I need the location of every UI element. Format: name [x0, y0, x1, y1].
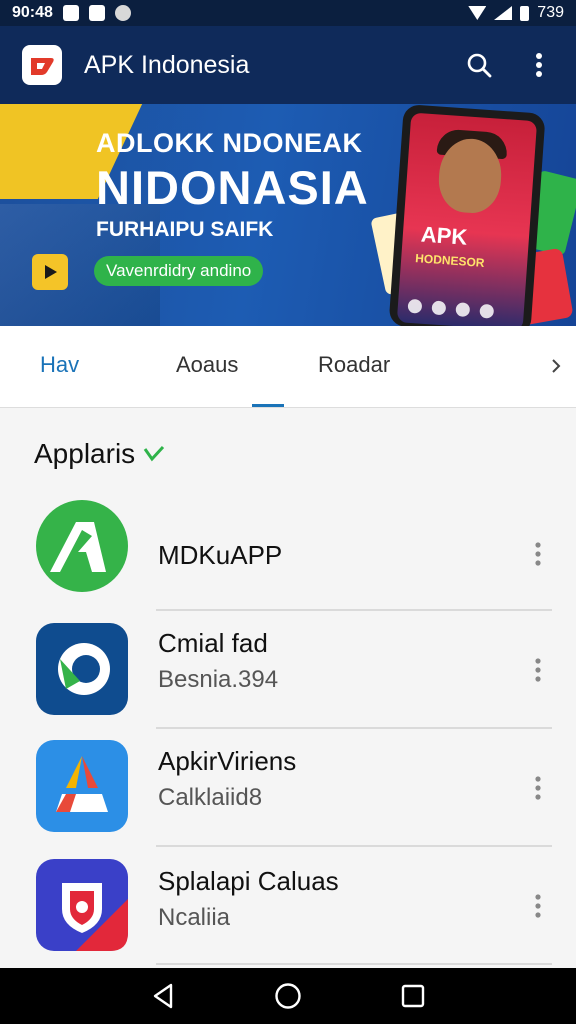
battery-icon [520, 5, 530, 21]
status-bar: 90:48 739 [0, 0, 576, 26]
section-header: Applaris [34, 438, 165, 470]
blue-swirl-icon [36, 623, 128, 715]
more-vert-icon [535, 658, 541, 682]
list-item[interactable]: Splalapi Caluas Ncaliia [0, 850, 576, 968]
more-vert-icon [536, 53, 542, 77]
overflow-menu-button[interactable] [524, 50, 554, 80]
section-title: Applaris [34, 438, 136, 469]
app-name: Splalapi Caluas [158, 866, 339, 896]
back-button[interactable] [143, 976, 183, 1016]
app-more-button[interactable] [526, 650, 550, 690]
check-icon [143, 445, 165, 462]
app-subtitle: Calklaiid8 [158, 784, 263, 811]
search-icon [467, 53, 492, 78]
recents-icon [402, 984, 425, 1008]
tab-bar: Hav Aoaus Roadar [0, 326, 576, 408]
tabs-scroll-button[interactable] [546, 356, 566, 376]
back-icon [153, 983, 172, 1009]
status-clock: 739 [537, 4, 564, 21]
list-item[interactable]: MDKuAPP [0, 496, 576, 614]
green-arrow-icon [36, 500, 128, 592]
play-icon [45, 265, 57, 279]
promo-banner[interactable]: ADLOKK NDONEAK NIDONASIA FURHAIPU SAIFK … [0, 104, 576, 326]
divider [156, 963, 552, 965]
divider [156, 727, 552, 729]
app-name: Cmial fad [158, 628, 268, 658]
phone-screen-subtitle: HODNESOR [414, 251, 485, 270]
app-bar: APK Indonesia [0, 26, 576, 104]
phone-screen-title: APK [420, 221, 469, 250]
phone-dock [407, 298, 495, 319]
shield-icon [36, 859, 128, 951]
app-logo-icon [22, 45, 62, 85]
recents-button[interactable] [393, 976, 433, 1016]
search-button[interactable] [464, 50, 494, 80]
app-notification-icon [114, 5, 131, 21]
message-notification-icon [88, 5, 105, 21]
chevron-right-icon [552, 359, 561, 373]
notification-icon [62, 5, 79, 21]
app-name: MDKuAPP [158, 540, 283, 570]
tab-aoaus[interactable]: Aoaus [176, 352, 238, 378]
multicolor-a-icon [36, 740, 128, 832]
home-icon [275, 983, 301, 1009]
app-more-button[interactable] [526, 534, 550, 574]
more-vert-icon [535, 776, 541, 800]
app-subtitle: Ncaliia [158, 904, 231, 931]
more-vert-icon [535, 542, 541, 566]
tab-indicator [252, 404, 284, 407]
app-title: APK Indonesia [84, 50, 250, 79]
app-more-button[interactable] [526, 886, 550, 926]
app-subtitle: Besnia.394 [158, 666, 279, 693]
banner-headline: NIDONASIA [96, 161, 369, 214]
list-item[interactable]: ApkirViriens Calklaiid8 [0, 732, 576, 850]
banner-subheadline: FURHAIPU SAIFK [96, 218, 274, 241]
banner-play-button[interactable] [32, 254, 68, 290]
app-more-button[interactable] [526, 768, 550, 808]
more-vert-icon [535, 894, 541, 918]
divider [156, 845, 552, 847]
wifi-icon [468, 6, 487, 20]
banner-phone-image: APK HODNESOR [388, 104, 546, 326]
banner-headline-top: ADLOKK NDONEAK [96, 128, 363, 158]
divider [156, 609, 552, 611]
signal-icon [494, 6, 513, 20]
phone-screen: APK HODNESOR [396, 112, 538, 326]
list-item[interactable]: Cmial fad Besnia.394 [0, 614, 576, 732]
status-time: 90:48 [12, 4, 53, 21]
banner-cta-pill[interactable]: Vavenrdidry andino [94, 256, 264, 286]
tab-hav[interactable]: Hav [40, 352, 79, 378]
tab-roadar[interactable]: Roadar [318, 352, 390, 378]
app-name: ApkirViriens [158, 746, 297, 776]
system-nav-bar [0, 968, 576, 1024]
home-button[interactable] [268, 976, 308, 1016]
